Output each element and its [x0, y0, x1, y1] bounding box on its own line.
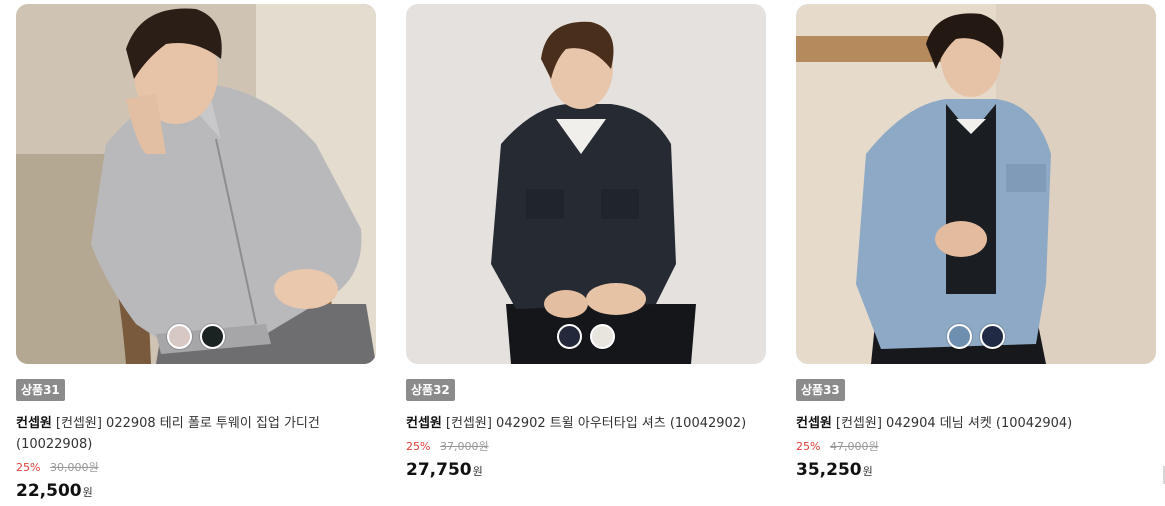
color-swatch[interactable]	[557, 324, 582, 349]
color-swatch[interactable]	[980, 324, 1005, 349]
product-image[interactable]	[16, 4, 376, 364]
product-card[interactable]: 상품33 컨셉원 [컨셉원] 042904 데님 셔켓 (10042904) 25…	[796, 4, 1156, 504]
price-row: 25% 37,000원	[406, 438, 766, 455]
product-card[interactable]: 상품31 컨셉원 [컨셉원] 022908 테리 폴로 투웨이 집업 가디건 (1…	[16, 4, 376, 504]
product-photo-grey-zip-cardigan	[16, 4, 376, 364]
sale-price-value: 22,500	[16, 481, 82, 501]
currency-unit: 원	[82, 486, 93, 499]
color-swatches	[406, 324, 766, 349]
discount-rate: 25%	[406, 440, 431, 453]
product-title: [컨셉원] 042904 데님 셔켓 (10042904)	[835, 416, 1073, 431]
brand-name: 컨셉원	[16, 416, 52, 431]
product-name[interactable]: 컨셉원 [컨셉원] 042904 데님 셔켓 (10042904)	[796, 413, 1156, 434]
currency-unit: 원	[862, 465, 873, 478]
price-row: 25% 30,000원	[16, 459, 376, 476]
discount-rate: 25%	[796, 440, 821, 453]
sale-price: 27,750원	[406, 459, 766, 483]
brand-name: 컨셉원	[406, 416, 442, 431]
color-swatches	[796, 324, 1156, 349]
original-price: 47,000원	[829, 440, 879, 453]
product-card[interactable]: 상품32 컨셉원 [컨셉원] 042902 트윌 아우터타입 셔츠 (100429…	[406, 4, 766, 504]
product-image[interactable]	[406, 4, 766, 364]
product-name[interactable]: 컨셉원 [컨셉원] 022908 테리 폴로 투웨이 집업 가디건 (100229…	[16, 413, 376, 455]
product-name[interactable]: 컨셉원 [컨셉원] 042902 트윌 아우터타입 셔츠 (10042902)	[406, 413, 766, 434]
currency-unit: 원	[472, 465, 483, 478]
product-number-badge: 상품32	[406, 379, 455, 401]
sale-price-value: 27,750	[406, 460, 472, 480]
product-title: [컨셉원] 022908 테리 폴로 투웨이 집업 가디건 (10022908)	[16, 416, 320, 452]
color-swatch[interactable]	[167, 324, 192, 349]
sale-price-value: 35,250	[796, 460, 862, 480]
original-price: 37,000원	[439, 440, 489, 453]
discount-rate: 25%	[16, 461, 41, 474]
original-price: 30,000원	[49, 461, 99, 474]
sale-price: 22,500원	[16, 480, 376, 504]
color-swatches	[16, 324, 376, 349]
price-row: 25% 47,000원	[796, 438, 1156, 455]
product-photo-navy-twill-shirt	[406, 4, 766, 364]
product-photo-denim-shirt-jacket	[796, 4, 1156, 364]
product-title: [컨셉원] 042902 트윌 아우터타입 셔츠 (10042902)	[445, 416, 747, 431]
product-number-badge: 상품31	[16, 379, 65, 401]
product-number-badge: 상품33	[796, 379, 845, 401]
color-swatch[interactable]	[947, 324, 972, 349]
color-swatch[interactable]	[200, 324, 225, 349]
product-image[interactable]	[796, 4, 1156, 364]
sale-price: 35,250원	[796, 459, 1156, 483]
brand-name: 컨셉원	[796, 416, 832, 431]
product-grid: 상품31 컨셉원 [컨셉원] 022908 테리 폴로 투웨이 집업 가디건 (1…	[16, 4, 1156, 504]
color-swatch[interactable]	[590, 324, 615, 349]
